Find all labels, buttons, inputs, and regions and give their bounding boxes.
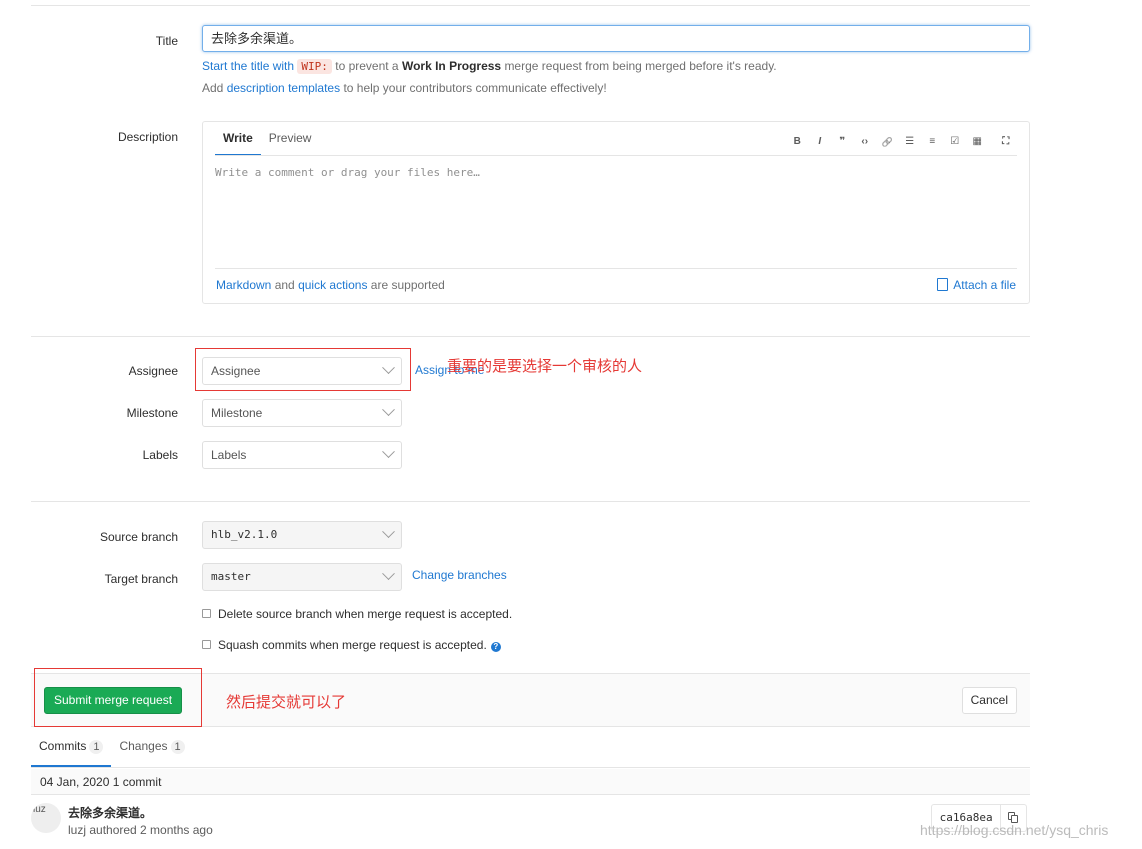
- cancel-button[interactable]: Cancel: [961, 687, 1017, 714]
- section-divider-1: [31, 336, 1030, 337]
- change-branches-link[interactable]: Change branches: [412, 568, 507, 582]
- milestone-dropdown[interactable]: Milestone: [202, 399, 402, 427]
- source-branch-label: Source branch: [99, 530, 178, 544]
- assignee-label: Assignee: [128, 364, 178, 378]
- commit-meta: luzj authored 2 months ago: [68, 823, 213, 837]
- numbered-list-icon[interactable]: ≡: [921, 134, 944, 150]
- wip-hint-text-2: merge request from being merged before i…: [504, 59, 777, 73]
- bullet-list-icon[interactable]: ☰: [899, 134, 922, 150]
- quick-actions-link[interactable]: quick actions: [298, 278, 367, 292]
- milestone-dropdown-value: Milestone: [211, 406, 263, 420]
- annotation-box-assignee: [195, 348, 411, 391]
- annotation-box-submit: [34, 668, 202, 727]
- markdown-footer-post: are supported: [370, 278, 445, 292]
- description-textarea[interactable]: Write a comment or drag your files here…: [215, 166, 1017, 262]
- task-list-icon[interactable]: ☑: [944, 134, 967, 150]
- help-icon[interactable]: ?: [490, 642, 501, 652]
- commit-day-header: 04 Jan, 2020 1 commit: [31, 769, 1030, 795]
- watermark: https://blog.csdn.net/ysq_chris: [920, 822, 1109, 838]
- avatar[interactable]: luz: [31, 803, 61, 833]
- wip-hint-link[interactable]: Start the title with: [202, 59, 294, 73]
- link-icon[interactable]: 🔗: [876, 134, 899, 150]
- chevron-down-icon: [382, 445, 395, 459]
- attach-file-button[interactable]: Attach a file: [937, 278, 1016, 292]
- delete-source-label[interactable]: Delete source branch when merge request …: [218, 606, 512, 622]
- wip-code: WIP:: [297, 59, 332, 74]
- squash-label[interactable]: Squash commits when merge request is acc…: [218, 637, 501, 653]
- file-icon: [937, 278, 949, 291]
- annotation-assignee-note: 重要的是要选择一个审核的人: [447, 358, 643, 375]
- description-editor: Write Preview B I ❞ ‹› 🔗 ☰ ≡ ☑ ▦ ⛶ Write…: [202, 121, 1030, 304]
- italic-icon[interactable]: I: [809, 134, 832, 150]
- attach-file-label: Attach a file: [953, 278, 1016, 292]
- commit-tabs: Commits 1 Changes 1: [31, 727, 1030, 768]
- code-icon[interactable]: ‹›: [854, 134, 877, 150]
- section-divider-2: [31, 501, 1030, 502]
- description-templates-link[interactable]: description templates: [227, 81, 340, 95]
- delete-source-checkbox[interactable]: [202, 609, 211, 618]
- commits-count-badge: 1: [89, 740, 104, 754]
- chevron-down-icon: [382, 403, 395, 417]
- labels-label: Labels: [142, 448, 178, 462]
- tab-commits-label: Commits: [39, 739, 87, 753]
- tab-changes-label: Changes: [119, 739, 168, 753]
- template-hint-pre: Add: [202, 81, 224, 95]
- tab-write[interactable]: Write: [215, 122, 261, 156]
- source-branch-dropdown: hlb_v2.1.0: [202, 521, 402, 549]
- changes-count-badge: 1: [170, 740, 185, 754]
- wip-hint-bold: Work In Progress: [401, 59, 502, 73]
- tab-commits[interactable]: Commits 1: [31, 727, 112, 767]
- annotation-submit-note: 然后提交就可以了: [226, 694, 347, 711]
- squash-label-text: Squash commits when merge request is acc…: [218, 638, 487, 652]
- top-divider: [31, 5, 1030, 6]
- chevron-down-icon: [382, 567, 395, 581]
- target-branch-dropdown: master: [202, 563, 402, 591]
- table-icon[interactable]: ▦: [966, 134, 989, 150]
- markdown-footer-and: and: [274, 278, 295, 292]
- template-hint: Add description templates to help your c…: [202, 80, 607, 96]
- labels-dropdown-value: Labels: [211, 448, 247, 462]
- title-label: Title: [155, 34, 178, 48]
- bold-icon[interactable]: B: [786, 134, 809, 150]
- source-branch-value: hlb_v2.1.0: [211, 528, 278, 541]
- wip-hint: Start the title with WIP: to prevent a W…: [202, 58, 777, 75]
- tab-changes[interactable]: Changes 1: [111, 727, 192, 767]
- markdown-divider: [215, 268, 1017, 269]
- description-label: Description: [117, 130, 178, 144]
- chevron-down-icon: [382, 525, 395, 539]
- markdown-toolbar: B I ❞ ‹› 🔗 ☰ ≡ ☑ ▦ ⛶: [786, 134, 1017, 150]
- milestone-label: Milestone: [126, 406, 178, 420]
- wip-hint-text: to prevent a: [335, 59, 399, 73]
- labels-dropdown[interactable]: Labels: [202, 441, 402, 469]
- commit-title[interactable]: 去除多余渠道。: [68, 804, 152, 821]
- tabs-divider: [215, 155, 1017, 156]
- squash-checkbox[interactable]: [202, 640, 211, 649]
- quote-icon[interactable]: ❞: [831, 134, 854, 150]
- markdown-link[interactable]: Markdown: [216, 278, 271, 292]
- target-branch-value: master: [211, 570, 251, 583]
- template-hint-post: to help your contributors communicate ef…: [343, 81, 607, 95]
- target-branch-label: Target branch: [104, 572, 178, 586]
- tab-preview[interactable]: Preview: [261, 122, 320, 156]
- fullscreen-icon[interactable]: ⛶: [995, 134, 1018, 150]
- editor-tabs: Write Preview: [215, 122, 319, 156]
- markdown-footer: Markdown and quick actions are supported: [216, 278, 445, 292]
- title-input[interactable]: 去除多余渠道。: [202, 25, 1030, 52]
